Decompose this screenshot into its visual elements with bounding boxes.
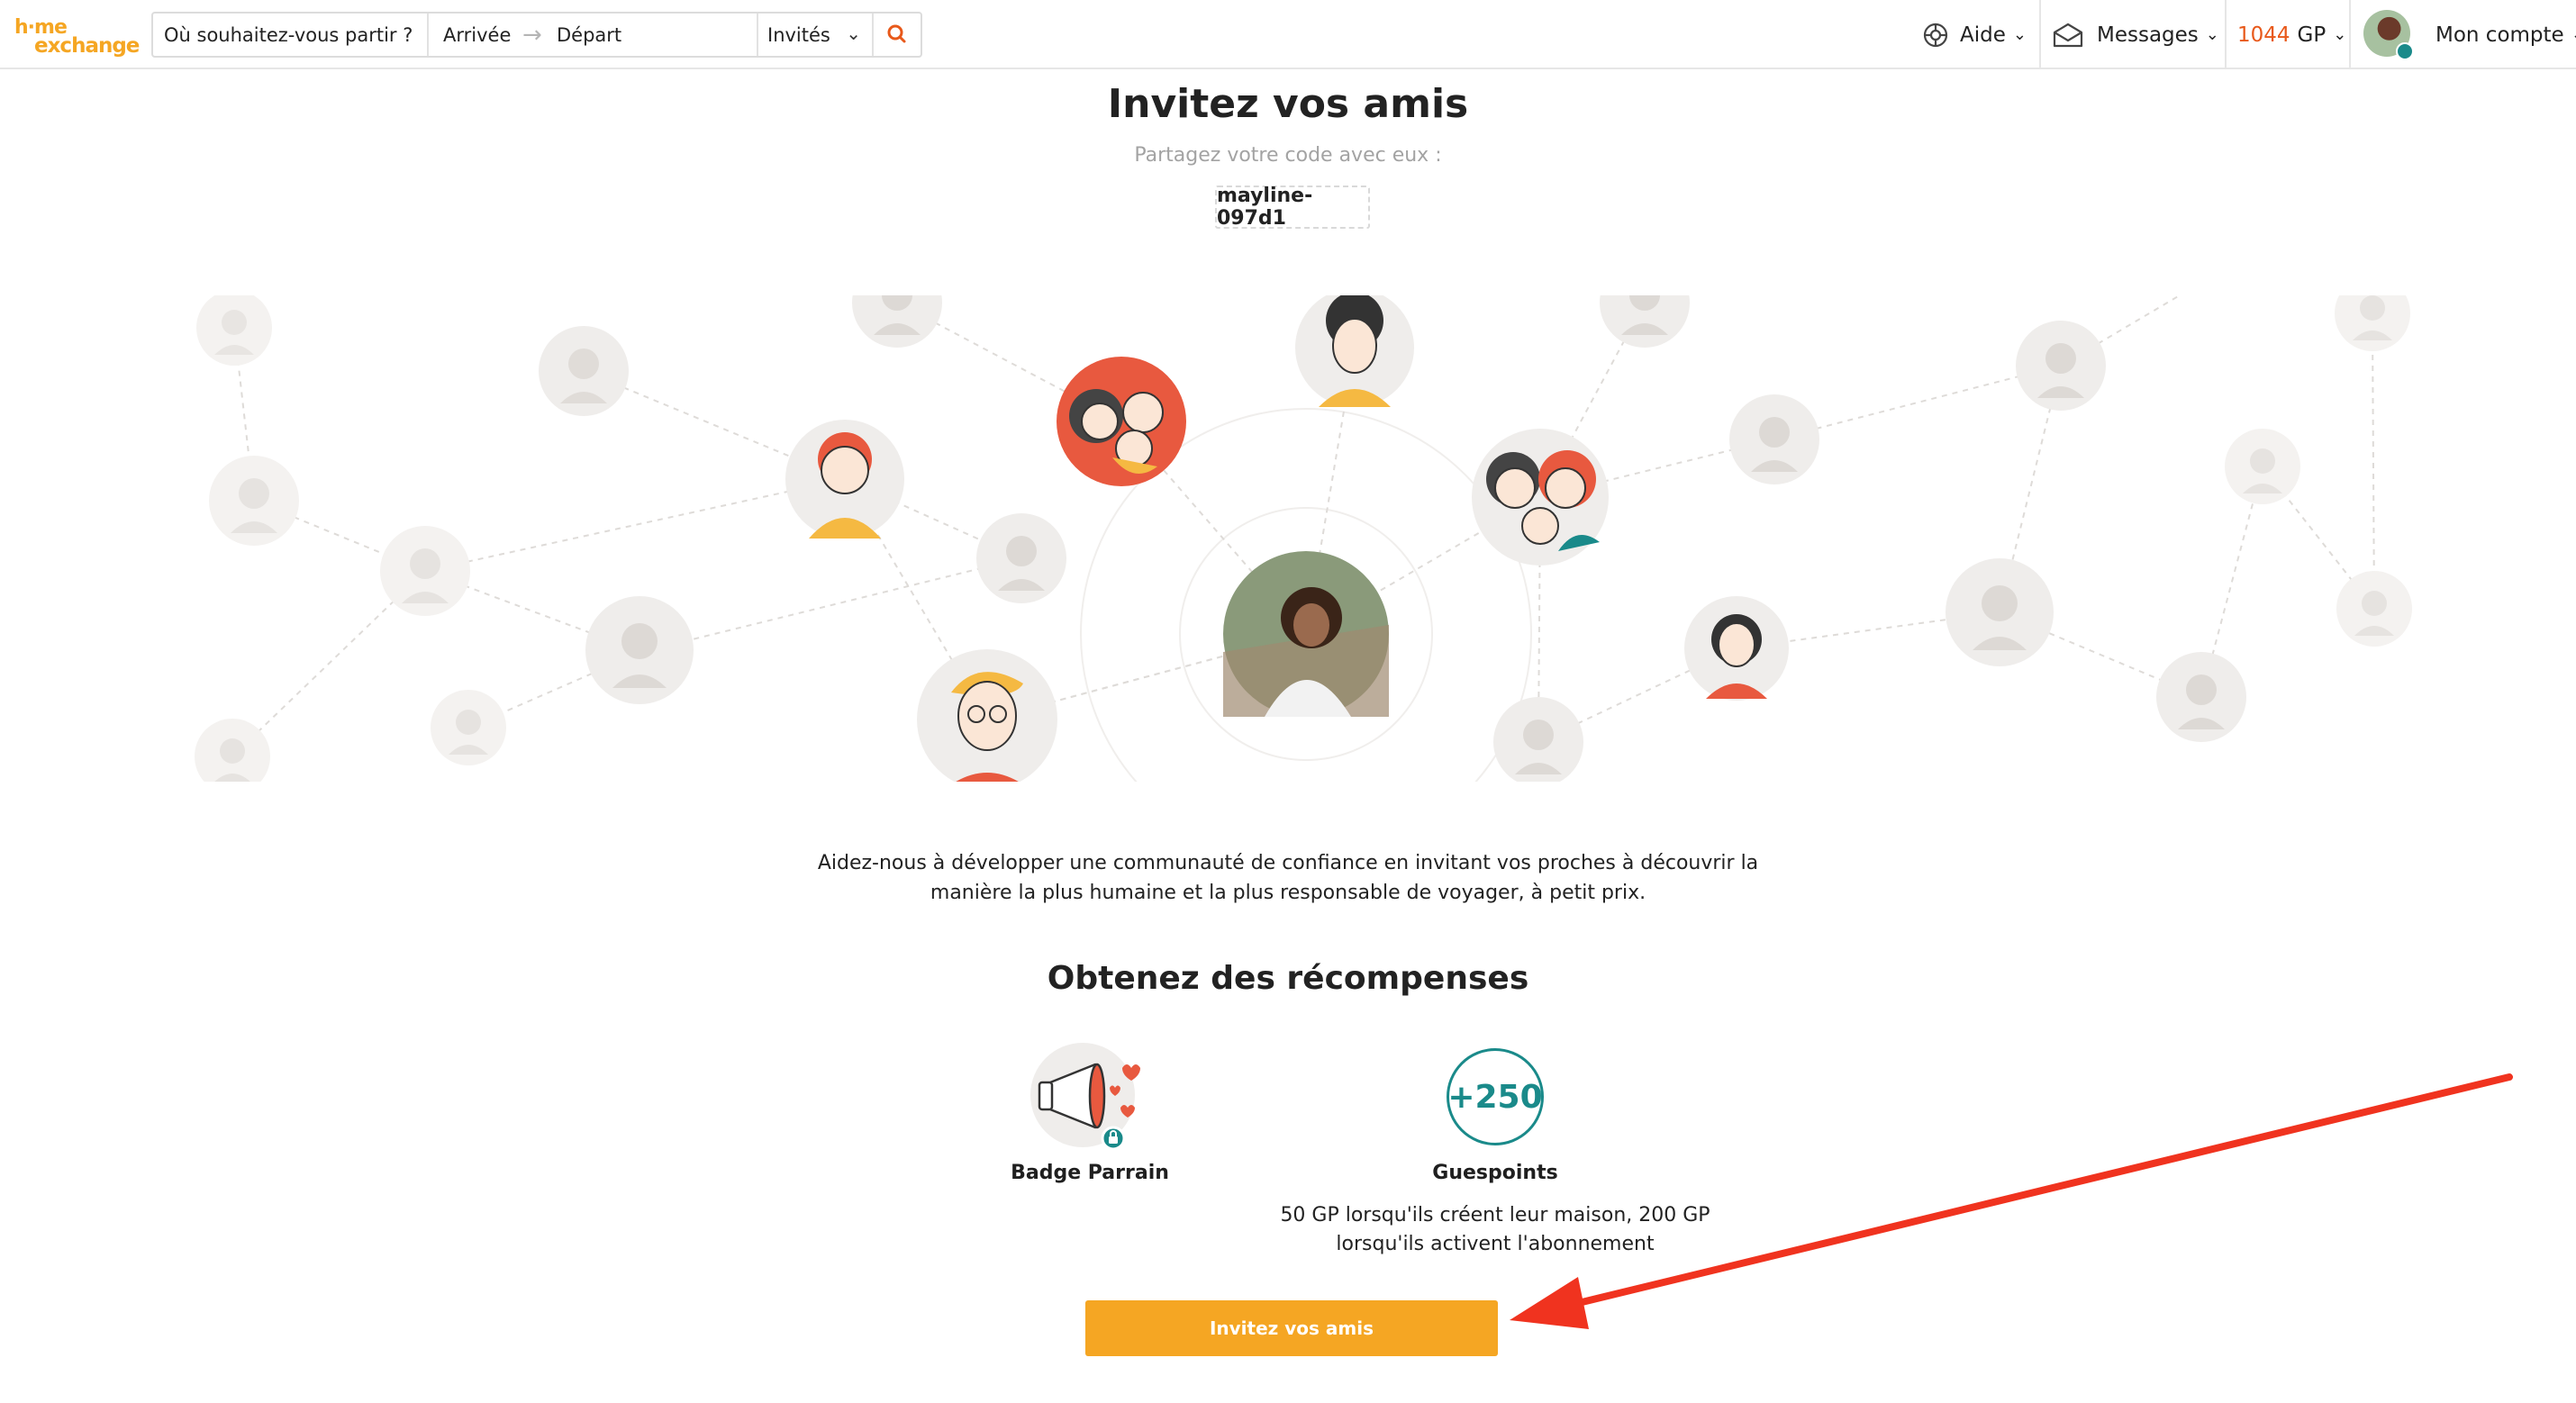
arrow-right-icon: →	[522, 22, 542, 49]
rewards-title: Obtenez des récompenses	[1047, 960, 1529, 997]
chevron-down-icon: ⌄	[2012, 25, 2027, 44]
user-avatar[interactable]	[2363, 10, 2414, 60]
help-menu[interactable]: Aide ⌄	[1920, 0, 2027, 69]
nav-divider	[2349, 0, 2351, 69]
guestpoints-menu[interactable]: 1044 GP ⌄	[2237, 0, 2346, 69]
account-label: Mon compte	[2435, 23, 2564, 47]
guests-select[interactable]: Invités ⌄	[758, 14, 874, 56]
guests-label: Invités	[767, 24, 830, 46]
chevron-down-icon: ⌄	[846, 23, 861, 44]
search-button[interactable]	[874, 14, 921, 56]
friend-illustration	[1684, 596, 1789, 701]
badge-reward-title: Badge Parrain	[1011, 1162, 1169, 1184]
dates-field[interactable]: Arrivée → Départ	[429, 14, 758, 56]
guestpoints-amount: +250	[1447, 1078, 1543, 1116]
destination-placeholder: Où souhaitez-vous partir ?	[164, 24, 413, 46]
guestpoints-value: 1044	[2237, 23, 2290, 47]
chevron-down-icon: ⌄	[2571, 25, 2576, 44]
top-header: h·me exchange Où souhaitez-vous partir ?…	[0, 0, 2576, 69]
guestpoints-reward-description: 50 GP lorsqu'ils créent leur maison, 200…	[1280, 1204, 1710, 1255]
departure-label: Départ	[557, 24, 622, 46]
invite-friends-button[interactable]: Invitez vos amis	[1085, 1300, 1498, 1356]
arrival-label: Arrivée	[443, 24, 512, 46]
family-illustration	[1472, 429, 1609, 566]
homeexchange-logo[interactable]: h·me exchange	[14, 13, 140, 58]
chevron-down-icon: ⌄	[2205, 25, 2219, 44]
help-label: Aide	[1960, 23, 2006, 47]
page-title: Invitez vos amis	[1107, 81, 1469, 127]
search-bar: Où souhaitez-vous partir ? Arrivée → Dép…	[151, 12, 922, 58]
envelope-icon	[2053, 23, 2083, 47]
chevron-down-icon: ⌄	[2333, 25, 2347, 44]
family-illustration	[1057, 357, 1186, 486]
account-menu[interactable]: Mon compte ⌄	[2435, 0, 2576, 69]
messages-menu[interactable]: Messages ⌄	[2052, 0, 2219, 69]
friend-illustration	[917, 649, 1057, 782]
destination-field[interactable]: Où souhaitez-vous partir ?	[153, 14, 429, 56]
nav-divider	[2225, 0, 2227, 69]
megaphone-badge-icon	[1030, 1043, 1140, 1151]
user-photo	[1223, 551, 1389, 717]
page-subtitle: Partagez votre code avec eux :	[1134, 144, 1442, 167]
referral-code[interactable]: mayline-097d1	[1215, 185, 1370, 230]
guestpoints-unit: GP	[2297, 23, 2327, 47]
community-network-illustration	[195, 295, 2412, 782]
lifebuoy-icon	[1923, 23, 1948, 47]
guestpoints-amount-circle: +250	[1447, 1048, 1544, 1145]
verified-badge-icon	[2396, 42, 2414, 60]
friend-illustration	[1295, 295, 1414, 407]
nav-divider	[2039, 0, 2041, 69]
guestpoints-reward-title: Guespoints	[1432, 1162, 1558, 1184]
friend-illustration	[785, 420, 904, 539]
messages-label: Messages	[2097, 23, 2199, 47]
invite-description: Aidez-nous à développer une communauté d…	[817, 852, 1759, 904]
search-icon	[887, 24, 906, 43]
